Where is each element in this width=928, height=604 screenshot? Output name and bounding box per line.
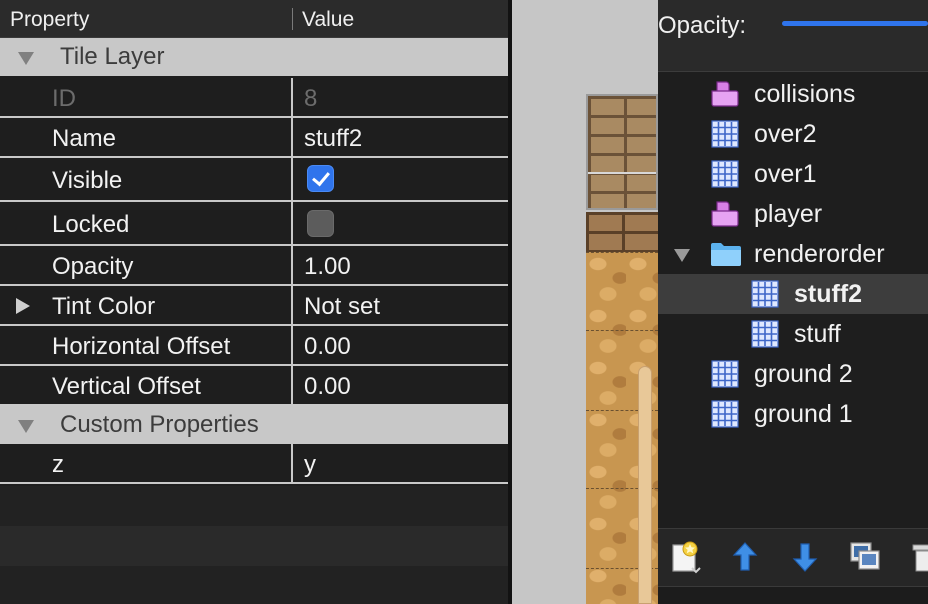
layer-name: over2 bbox=[754, 120, 817, 148]
layer-name: stuff bbox=[794, 320, 841, 348]
property-name: Vertical Offset bbox=[52, 373, 201, 400]
value-column-header[interactable]: Value bbox=[302, 8, 354, 32]
property-name: Horizontal Offset bbox=[52, 333, 231, 360]
layer-item-stuff[interactable]: stuff bbox=[658, 314, 928, 354]
layer-name: stuff2 bbox=[794, 280, 863, 308]
layer-name: ground 2 bbox=[754, 360, 853, 388]
tile-layer-icon bbox=[711, 120, 739, 148]
tile-layer-icon bbox=[711, 400, 739, 428]
properties-header: Property Value bbox=[0, 0, 510, 38]
property-name: Opacity bbox=[52, 253, 134, 280]
group-label: Custom Properties bbox=[60, 411, 259, 438]
row-separator bbox=[291, 286, 293, 324]
group-custom-properties[interactable]: Custom Properties bbox=[0, 406, 508, 444]
layer-item-player[interactable]: player bbox=[658, 194, 928, 234]
layer-item-ground-2[interactable]: ground 2 bbox=[658, 354, 928, 394]
horizontal-offset-field[interactable]: 0.00 bbox=[304, 333, 351, 361]
opacity-label: Opacity: bbox=[658, 12, 747, 39]
tile-layer-icon bbox=[711, 360, 739, 388]
row-separator bbox=[291, 118, 293, 156]
property-row-visible[interactable]: Visible bbox=[0, 158, 508, 202]
delete-layer-icon[interactable] bbox=[910, 540, 928, 574]
tile-grid-line bbox=[586, 330, 658, 331]
empty-row bbox=[0, 566, 510, 604]
group-label: Tile Layer bbox=[60, 43, 165, 70]
layer-item-collisions[interactable]: collisions bbox=[658, 74, 928, 114]
layer-item-stuff2[interactable]: stuff2 bbox=[658, 274, 928, 314]
property-column-header[interactable]: Property bbox=[10, 8, 89, 32]
row-separator bbox=[291, 202, 293, 244]
collapse-triangle-icon[interactable] bbox=[18, 52, 34, 65]
property-row-tint-color[interactable]: Tint Color Not set bbox=[0, 286, 508, 326]
custom-property-row[interactable]: z y bbox=[0, 444, 508, 484]
object-layer-icon bbox=[711, 81, 739, 107]
tint-color-value[interactable]: Not set bbox=[304, 293, 380, 321]
group-tile-layer[interactable]: Tile Layer bbox=[0, 38, 508, 76]
property-name: Visible bbox=[52, 167, 123, 194]
custom-property-name: z bbox=[52, 451, 64, 478]
tile-grid-line bbox=[586, 252, 658, 253]
layer-item-renderorder[interactable]: renderorder bbox=[658, 234, 928, 274]
row-separator bbox=[291, 366, 293, 404]
brick-wall-tiles bbox=[586, 94, 658, 210]
property-row-horizontal-offset[interactable]: Horizontal Offset 0.00 bbox=[0, 326, 508, 366]
layer-name: ground 1 bbox=[754, 400, 853, 428]
tile-layer-icon bbox=[751, 320, 779, 348]
object-layer-icon bbox=[711, 201, 739, 227]
row-separator bbox=[291, 158, 293, 200]
layer-item-over2[interactable]: over2 bbox=[658, 114, 928, 154]
property-name: ID bbox=[52, 85, 76, 112]
folder-icon bbox=[711, 243, 741, 266]
opacity-slider[interactable] bbox=[782, 21, 928, 26]
custom-property-value[interactable]: y bbox=[304, 451, 316, 479]
layers-panel: Opacity: collisions over2 over1 player r… bbox=[658, 0, 928, 604]
property-row-locked[interactable]: Locked bbox=[0, 202, 508, 246]
duplicate-layer-icon[interactable] bbox=[848, 540, 882, 574]
row-separator bbox=[291, 246, 293, 284]
raise-layer-icon[interactable] bbox=[728, 540, 762, 574]
layer-item-over1[interactable]: over1 bbox=[658, 154, 928, 194]
empty-row bbox=[0, 486, 510, 526]
row-separator bbox=[291, 326, 293, 364]
property-name: Name bbox=[52, 125, 117, 152]
group-expand-triangle-icon[interactable] bbox=[674, 249, 690, 262]
vertical-offset-field[interactable]: 0.00 bbox=[304, 373, 351, 401]
new-layer-icon[interactable] bbox=[670, 540, 704, 574]
property-name: Tint Color bbox=[52, 293, 156, 320]
layer-item-ground-1[interactable]: ground 1 bbox=[658, 394, 928, 434]
row-separator bbox=[291, 444, 293, 482]
property-row-opacity[interactable]: Opacity 1.00 bbox=[0, 246, 508, 286]
layer-name: collisions bbox=[754, 80, 856, 108]
property-row-vertical-offset[interactable]: Vertical Offset 0.00 bbox=[0, 366, 508, 406]
property-row-name[interactable]: Name stuff2 bbox=[0, 118, 508, 158]
property-row-id: ID 8 bbox=[0, 78, 508, 118]
expand-triangle-icon[interactable] bbox=[16, 298, 30, 314]
collapse-triangle-icon[interactable] bbox=[18, 420, 34, 433]
column-separator[interactable] bbox=[292, 8, 293, 30]
name-value-field[interactable]: stuff2 bbox=[304, 125, 362, 153]
layer-name: over1 bbox=[754, 160, 817, 188]
layers-status-strip bbox=[658, 586, 928, 604]
properties-panel: Property Value Tile Layer ID 8 Name stuf… bbox=[0, 0, 510, 604]
locked-checkbox[interactable] bbox=[307, 210, 334, 237]
brick-wall-tiles bbox=[586, 212, 658, 252]
opacity-value-field[interactable]: 1.00 bbox=[304, 253, 351, 281]
property-name: Locked bbox=[52, 211, 130, 238]
map-canvas[interactable] bbox=[512, 0, 658, 604]
opacity-slider-fill bbox=[782, 21, 928, 26]
layer-name: renderorder bbox=[754, 240, 885, 268]
visible-checkbox[interactable] bbox=[307, 165, 334, 192]
empty-row bbox=[0, 526, 510, 566]
row-separator bbox=[291, 78, 293, 116]
lower-layer-icon[interactable] bbox=[788, 540, 822, 574]
tile-layer-icon bbox=[751, 280, 779, 308]
tile-layer-icon bbox=[711, 160, 739, 188]
property-value: 8 bbox=[304, 85, 318, 112]
pillar-sprite bbox=[638, 366, 652, 604]
layers-opacity-bar: Opacity: bbox=[658, 0, 928, 72]
layer-name: player bbox=[754, 200, 823, 228]
